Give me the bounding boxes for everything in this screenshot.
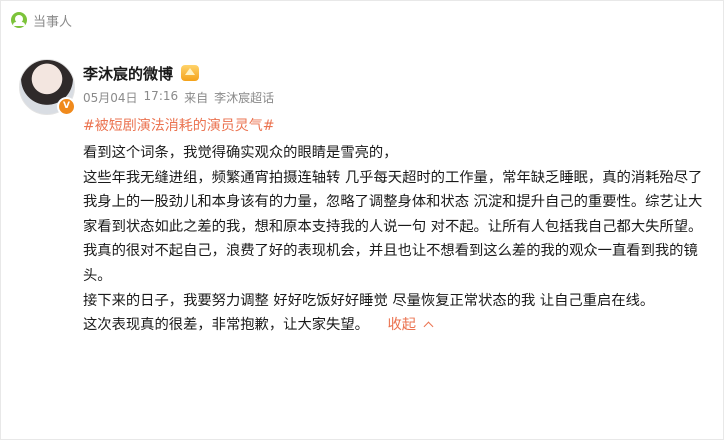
post-time[interactable]: 17:16 <box>144 89 179 107</box>
collapse-button[interactable]: 收起 <box>387 317 434 333</box>
chevron-up-icon[interactable] <box>423 321 434 332</box>
post-source[interactable]: 李沐宸超话 <box>214 89 274 107</box>
post-card: 当事人 V 李沐宸的微博 05月04日 17:16 来自 李沐宸超话 #被短剧演… <box>0 0 724 440</box>
person-icon <box>11 12 27 28</box>
verified-badge-icon: V <box>57 97 76 116</box>
paragraph: 看到这个词条，我觉得确实观众的眼睛是雪亮的， <box>83 145 398 161</box>
post-date[interactable]: 05月04日 <box>83 89 138 107</box>
paragraph: 接下来的日子，我要努力调整 好好吃饭好好睡觉 尽量恢复正常状态的我 让自己重启在… <box>83 292 655 309</box>
paragraph: 我真的很对不起自己，浪费了好的表现机会，并且也让不想看到这么差的我的观众一直看到… <box>83 243 698 284</box>
section-label-text: 当事人 <box>33 14 73 30</box>
source-prefix: 来自 <box>184 91 209 105</box>
post-meta: 05月04日 17:16 来自 李沐宸超话 <box>83 89 274 107</box>
hashtag-link[interactable]: #被短剧演法消耗的演员灵气# <box>83 115 274 135</box>
post-header: 李沐宸的微博 05月04日 17:16 来自 李沐宸超话 <box>83 61 274 107</box>
last-paragraph-text: 这次表现真的很差，非常抱歉，让大家失望。 <box>83 317 369 334</box>
avatar[interactable]: V <box>19 59 76 116</box>
paragraph: 这次表现真的很差，非常抱歉，让大家失望。 收起 <box>83 313 708 338</box>
crown-icon[interactable] <box>181 65 200 81</box>
post-content: 看到这个词条，我觉得确实观众的眼睛是雪亮的， 这些年我无缝进组，频繁通宵拍摄连轴… <box>83 141 708 338</box>
author-name[interactable]: 李沐宸的微博 <box>83 63 173 84</box>
collapse-label[interactable]: 收起 <box>387 317 416 333</box>
section-label: 当事人 <box>11 9 72 31</box>
paragraph: 这些年我无缝进组，频繁通宵拍摄连轴转 几乎每天超时的工作量，常年缺乏睡眠，真的消… <box>83 169 703 235</box>
